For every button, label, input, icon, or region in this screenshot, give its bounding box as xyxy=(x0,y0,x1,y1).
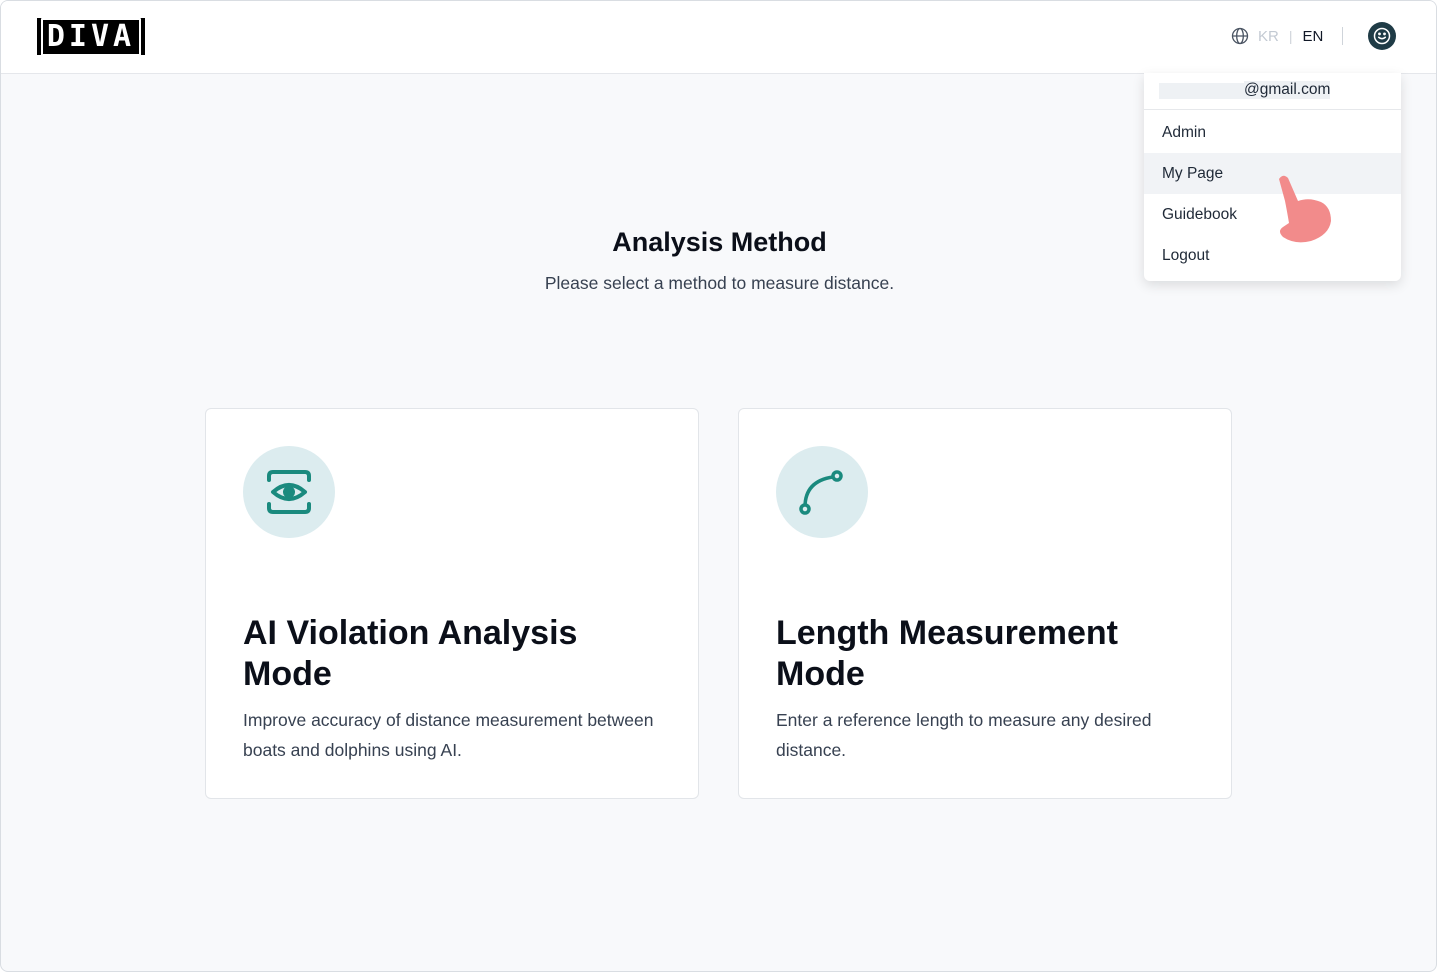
card-title: Length Measurement Mode xyxy=(776,614,1118,693)
lang-option-kr[interactable]: KR xyxy=(1258,28,1279,45)
card-description: Enter a reference length to measure any … xyxy=(776,710,1152,760)
menu-item-admin[interactable]: Admin xyxy=(1144,112,1401,153)
logo-text: DIVA xyxy=(40,17,142,56)
globe-icon xyxy=(1231,27,1249,45)
length-measurement-mode-card[interactable]: Length Measurement Mode Enter a referenc… xyxy=(738,408,1232,799)
curve-path-icon xyxy=(799,470,843,515)
language-switcher: KR | EN xyxy=(1230,25,1323,47)
hand-pointer-icon xyxy=(1279,175,1331,243)
top-header: DIVA KR | EN xyxy=(1,1,1436,74)
lang-divider: | xyxy=(1288,28,1293,44)
diva-logo[interactable]: DIVA xyxy=(37,17,145,56)
eye-scan-icon xyxy=(267,470,311,514)
ai-violation-mode-card[interactable]: AI Violation Analysis Mode Improve accur… xyxy=(205,408,699,799)
user-email-row: @gmail.com xyxy=(1144,73,1401,110)
user-avatar-button[interactable] xyxy=(1368,22,1396,50)
header-divider xyxy=(1342,27,1343,45)
user-email: @gmail.com xyxy=(1244,81,1331,99)
smile-icon xyxy=(1373,27,1391,45)
lang-option-en[interactable]: EN xyxy=(1302,28,1323,45)
card-icon-badge xyxy=(776,446,868,538)
card-icon-badge xyxy=(243,446,335,538)
app-window: DIVA KR | EN Analysis Method Please sele… xyxy=(0,0,1437,972)
card-title: AI Violation Analysis Mode xyxy=(243,614,578,693)
card-description: Improve accuracy of distance measurement… xyxy=(243,710,654,760)
email-redaction xyxy=(1159,83,1244,99)
